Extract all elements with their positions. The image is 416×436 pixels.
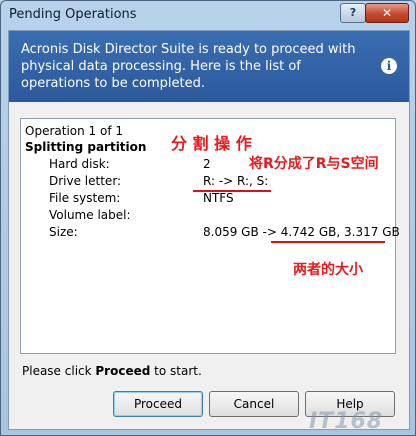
footer-suffix: to start. [150,364,202,378]
row-label-volume-label: Volume label: [49,208,131,222]
operation-name: Splitting partition [25,140,147,154]
header-band: Acronis Disk Director Suite is ready to … [9,31,409,102]
row-value-file-system: NTFS [203,191,234,205]
proceed-button[interactable]: Proceed [113,391,203,417]
annotation-underline-drive-letter [193,190,271,192]
window-title: Pending Operations [9,7,137,22]
footer-prefix: Please click [22,364,96,378]
row-label-size: Size: [49,225,78,239]
footer-proceed-emphasis: Proceed [95,364,151,378]
row-value-size: 8.059 GB -> 4.742 GB, 3.317 GB [203,225,400,239]
annotation-both-sizes: 两者的大小 [293,262,363,278]
annotation-split-r-into-r-and-s: 将R分成了R与S空间 [249,156,379,172]
info-icon: i [381,58,397,74]
annotation-split-operation: 分 割 操 作 [171,134,252,153]
it168-watermark: IT168 [309,409,384,434]
row-value-drive-letter: R: -> R:, S: [203,174,269,188]
row-label-file-system: File system: [49,191,121,205]
row-label-hard-disk: Hard disk: [49,157,110,171]
title-bar: Pending Operations ? ✕ [1,1,415,29]
dialog-client-area: Acronis Disk Director Suite is ready to … [8,30,410,434]
cancel-button[interactable]: Cancel [209,391,299,417]
titlebar-close-button[interactable]: ✕ [365,3,409,23]
operation-counter: Operation 1 of 1 [25,124,123,138]
pending-operations-window: Pending Operations ? ✕ Acronis Disk Dire… [0,0,416,436]
footer-instruction: Please click Proceed to start. [22,364,202,378]
titlebar-help-button[interactable]: ? [340,3,366,23]
row-value-hard-disk: 2 [203,157,211,171]
operations-list-panel[interactable]: Operation 1 of 1 Splitting partition Har… [20,118,400,354]
header-description: Acronis Disk Director Suite is ready to … [21,42,356,91]
annotation-underline-size [271,241,385,243]
row-label-drive-letter: Drive letter: [49,174,122,188]
